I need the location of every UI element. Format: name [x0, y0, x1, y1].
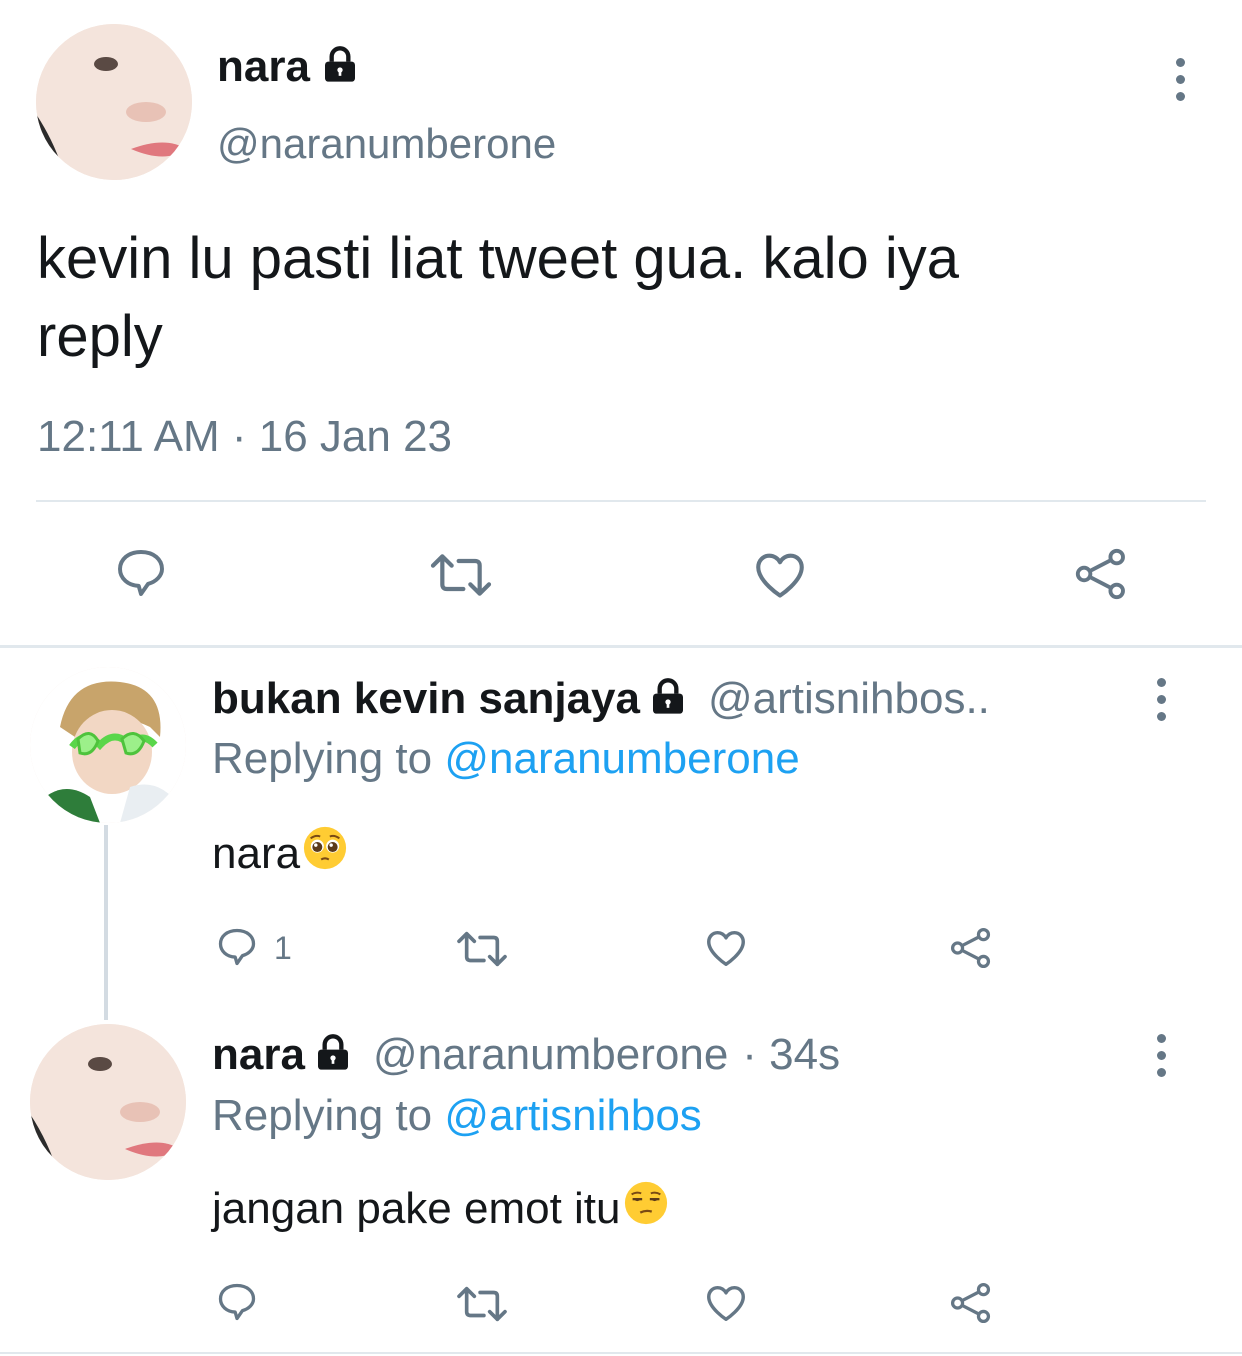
more-icon[interactable] — [1151, 678, 1171, 721]
divider — [0, 645, 1242, 648]
reply-time[interactable]: · 34s — [742, 1030, 840, 1080]
tweet-text-line: kevin lu pasti liat tweet gua. kalo iya — [37, 226, 960, 291]
avatar-nara[interactable] — [30, 1024, 186, 1180]
handle[interactable]: @artisnihbos.. — [708, 674, 990, 724]
share-icon[interactable] — [947, 1280, 995, 1326]
lock-icon — [320, 45, 360, 90]
retweet-icon[interactable] — [454, 1281, 510, 1327]
more-icon[interactable] — [1151, 1034, 1171, 1077]
reply-text-body: nara — [212, 828, 301, 878]
display-name[interactable]: nara — [212, 1030, 305, 1080]
share-icon[interactable] — [947, 925, 995, 971]
lock-icon — [313, 1033, 353, 1078]
retweet-icon[interactable] — [427, 547, 495, 603]
handle[interactable]: @naranumberone — [373, 1030, 728, 1080]
main-author: nara — [217, 42, 360, 92]
reply-text: nara — [212, 825, 348, 882]
like-icon[interactable] — [702, 1280, 750, 1326]
reply1-header: bukan kevin sanjaya @artisnihbos.. — [212, 674, 990, 724]
replying-to: Replying to @naranumberone — [212, 734, 800, 784]
pleading-face-icon — [302, 825, 348, 882]
more-icon[interactable] — [1170, 58, 1190, 101]
replying-to-label: Replying to — [212, 734, 445, 783]
share-icon[interactable] — [1070, 545, 1132, 603]
reply-icon[interactable] — [214, 925, 260, 969]
replying-to-label: Replying to — [212, 1091, 445, 1140]
like-icon[interactable] — [750, 546, 810, 604]
replying-to-handle[interactable]: @naranumberone — [444, 734, 799, 783]
unamused-face-icon — [623, 1180, 669, 1237]
retweet-icon[interactable] — [454, 926, 510, 972]
reply-text-body: jangan pake emot itu — [212, 1183, 621, 1233]
handle[interactable]: @naranumberone — [217, 120, 556, 168]
timestamp[interactable]: 12:11 AM · 16 Jan 23 — [37, 412, 452, 462]
replying-to: Replying to @artisnihbos — [212, 1091, 702, 1141]
divider — [0, 1352, 1242, 1354]
display-name[interactable]: nara — [217, 42, 310, 92]
replying-to-handle[interactable]: @artisnihbos — [444, 1091, 701, 1140]
thread-line — [104, 825, 108, 1020]
divider — [36, 500, 1206, 502]
reply-icon[interactable] — [214, 1280, 260, 1324]
tweet-text: kevin lu pasti liat tweet gua. kalo iya … — [37, 220, 959, 376]
tweet-text-line: reply — [37, 304, 163, 369]
reply-text: jangan pake emot itu — [212, 1180, 669, 1237]
reply-icon[interactable] — [112, 545, 170, 601]
reply2-header: nara @naranumberone · 34s — [212, 1030, 840, 1080]
display-name[interactable]: bukan kevin sanjaya — [212, 674, 640, 724]
reply-count: 1 — [274, 930, 292, 966]
avatar-nara[interactable] — [36, 24, 192, 180]
lock-icon — [648, 677, 688, 722]
like-icon[interactable] — [702, 925, 750, 971]
avatar-bukan-kevin-sanjaya[interactable] — [30, 667, 186, 823]
